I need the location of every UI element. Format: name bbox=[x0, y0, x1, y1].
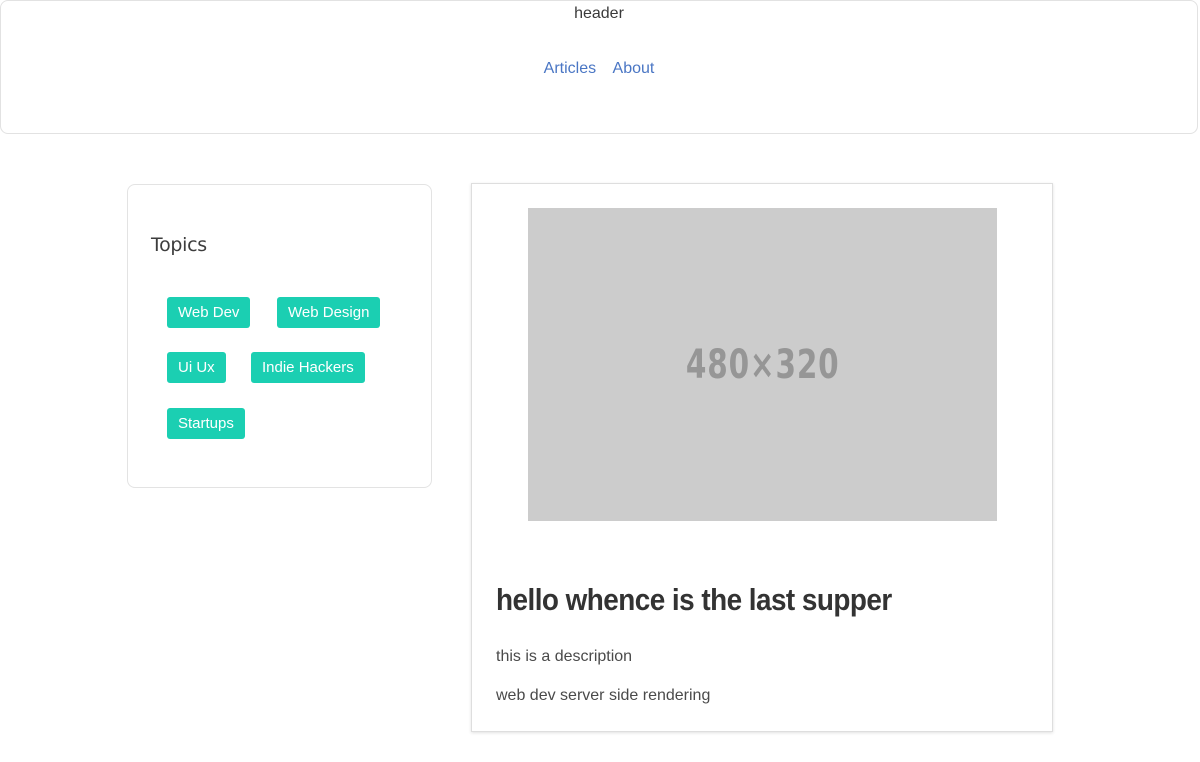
article-tags-line: web dev server side rendering bbox=[496, 687, 711, 704]
article-image-placeholder: 480×320 bbox=[528, 208, 997, 521]
placeholder-dimensions: 480×320 bbox=[685, 341, 840, 388]
article-card[interactable]: 480×320 hello whence is the last supper … bbox=[471, 183, 1053, 732]
tag-web-design[interactable]: Web Design bbox=[277, 297, 381, 328]
article-description: this is a description bbox=[496, 648, 633, 665]
article-title[interactable]: hello whence is the last supper bbox=[496, 582, 892, 618]
main-nav: Articles About bbox=[1, 60, 1197, 78]
site-header: header Articles About bbox=[0, 0, 1198, 134]
topics-title: Topics bbox=[151, 234, 207, 256]
nav-link-about[interactable]: About bbox=[613, 60, 655, 77]
topics-sidebar: Topics Web Dev Web Design Ui Ux Indie Ha… bbox=[127, 184, 432, 488]
nav-link-articles[interactable]: Articles bbox=[544, 60, 596, 77]
header-label: header bbox=[574, 5, 624, 22]
tag-startups[interactable]: Startups bbox=[167, 408, 245, 439]
tag-ui-ux[interactable]: Ui Ux bbox=[167, 352, 226, 383]
tag-web-dev[interactable]: Web Dev bbox=[167, 297, 251, 328]
tag-indie-hackers[interactable]: Indie Hackers bbox=[251, 352, 365, 383]
